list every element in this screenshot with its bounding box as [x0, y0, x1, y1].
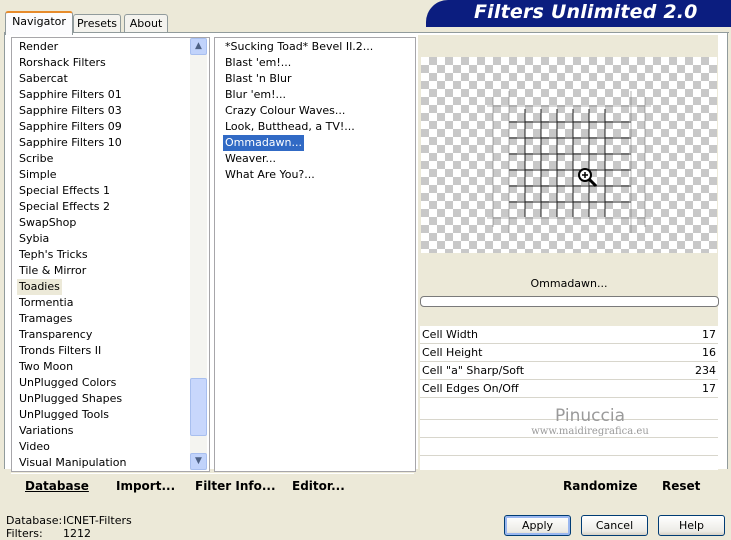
param-row[interactable]: Cell Width 17 — [420, 326, 718, 344]
reset-button[interactable]: Reset — [662, 478, 700, 494]
category-item[interactable]: Sapphire Filters 09 — [17, 119, 124, 135]
filter-item[interactable]: What Are You?... — [223, 167, 317, 183]
cancel-button[interactable]: Cancel — [581, 515, 648, 536]
import-button[interactable]: Import... — [116, 478, 175, 494]
filter-item[interactable]: Blast 'n Blur — [223, 71, 293, 87]
category-item[interactable]: Special Effects 1 — [17, 183, 112, 199]
category-item[interactable]: Sybia — [17, 231, 51, 247]
watermark: Pinuccia www.maidiregrafica.eu — [500, 406, 680, 438]
status-database-label: Database: — [6, 514, 63, 527]
filter-item[interactable]: Crazy Colour Waves... — [223, 103, 347, 119]
watermark-name: Pinuccia — [555, 406, 625, 426]
category-item[interactable]: Tormentia — [17, 295, 75, 311]
category-list[interactable]: Render Rorshack Filters Sabercat Sapphire F… — [11, 37, 210, 472]
tab-navigator[interactable]: Navigator — [5, 11, 73, 35]
category-scrollbar[interactable]: ▲ ▼ — [190, 38, 207, 470]
param-label: Cell Width — [422, 328, 479, 341]
tab-about[interactable]: About — [124, 14, 168, 33]
watermark-url: www.maidiregrafica.eu — [531, 426, 649, 437]
help-button[interactable]: Help — [658, 515, 725, 536]
category-item[interactable]: UnPlugged Colors — [17, 375, 118, 391]
category-item[interactable]: Rorshack Filters — [17, 55, 108, 71]
progress-bar — [420, 296, 719, 307]
param-row[interactable]: Cell Height 16 — [420, 344, 718, 362]
database-button[interactable]: Database — [25, 478, 89, 494]
randomize-button[interactable]: Randomize — [563, 478, 637, 494]
filter-item[interactable]: Look, Butthead, a TV!... — [223, 119, 357, 135]
category-item[interactable]: Special Effects 2 — [17, 199, 112, 215]
filter-item[interactable]: Blur 'em!... — [223, 87, 288, 103]
preview-canvas — [421, 57, 717, 253]
filter-item[interactable]: *Sucking Toad* Bevel II.2... — [223, 39, 375, 55]
category-item[interactable]: Simple — [17, 167, 59, 183]
filter-info-button[interactable]: Filter Info... — [195, 478, 276, 494]
category-item[interactable]: Visual Manipulation — [17, 455, 128, 471]
filter-item[interactable]: Weaver... — [223, 151, 278, 167]
status-database-value: ICNET-Filters — [63, 514, 132, 527]
scroll-up-icon[interactable]: ▲ — [190, 38, 207, 55]
param-label: Cell "a" Sharp/Soft — [422, 364, 525, 377]
scroll-down-icon[interactable]: ▼ — [190, 453, 207, 470]
category-item[interactable]: Variations — [17, 423, 76, 439]
selected-filter-name: Ommadawn... — [530, 277, 608, 290]
category-item[interactable]: Scribe — [17, 151, 55, 167]
category-item[interactable]: SwapShop — [17, 215, 78, 231]
apply-button[interactable]: Apply — [504, 515, 571, 536]
status-filters-value: 1212 — [63, 527, 91, 540]
param-row[interactable]: Cell "a" Sharp/Soft 234 — [420, 362, 718, 380]
editor-button[interactable]: Editor... — [292, 478, 345, 494]
category-item[interactable]: Render — [17, 39, 60, 55]
param-row-empty — [420, 438, 718, 456]
app-title: Filters Unlimited 2.0 — [474, 1, 698, 23]
category-item[interactable]: Teph's Tricks — [17, 247, 90, 263]
filter-item[interactable]: Ommadawn... — [221, 134, 306, 152]
filter-item[interactable]: Blast 'em!... — [223, 55, 293, 71]
category-item[interactable]: Sapphire Filters 03 — [17, 103, 124, 119]
category-item[interactable]: UnPlugged Tools — [17, 407, 111, 423]
category-item[interactable]: Toadies — [17, 279, 62, 295]
filter-name-bar: Ommadawn... — [420, 272, 718, 296]
category-item[interactable]: Video — [17, 439, 52, 455]
tab-presets[interactable]: Presets — [73, 14, 121, 33]
param-row[interactable]: Cell Edges On/Off 17 — [420, 380, 718, 398]
category-item[interactable]: Transparency — [17, 327, 94, 343]
category-item[interactable]: Sapphire Filters 10 — [17, 135, 124, 151]
magnifier-icon[interactable] — [576, 166, 598, 188]
filter-list[interactable]: *Sucking Toad* Bevel II.2... Blast 'em!..… — [214, 37, 416, 472]
param-label: Cell Height — [422, 346, 483, 359]
category-item[interactable]: Tramages — [17, 311, 74, 327]
param-value[interactable]: 17 — [702, 326, 716, 343]
param-label: Cell Edges On/Off — [422, 382, 519, 395]
param-value[interactable]: 234 — [695, 362, 716, 379]
scroll-thumb[interactable] — [190, 378, 207, 436]
param-value[interactable]: 16 — [702, 344, 716, 361]
status-filters-label: Filters: — [6, 527, 43, 540]
category-item[interactable]: Two Moon — [17, 359, 75, 375]
category-item[interactable]: Sabercat — [17, 71, 70, 87]
category-item[interactable]: UnPlugged Shapes — [17, 391, 124, 407]
category-item[interactable]: Sapphire Filters 01 — [17, 87, 124, 103]
param-value[interactable]: 17 — [702, 380, 716, 397]
title-banner: Filters Unlimited 2.0 — [426, 0, 731, 27]
category-item[interactable]: Tile & Mirror — [17, 263, 88, 279]
grid-effect-preview — [487, 91, 651, 233]
category-item[interactable]: Tronds Filters II — [17, 343, 103, 359]
